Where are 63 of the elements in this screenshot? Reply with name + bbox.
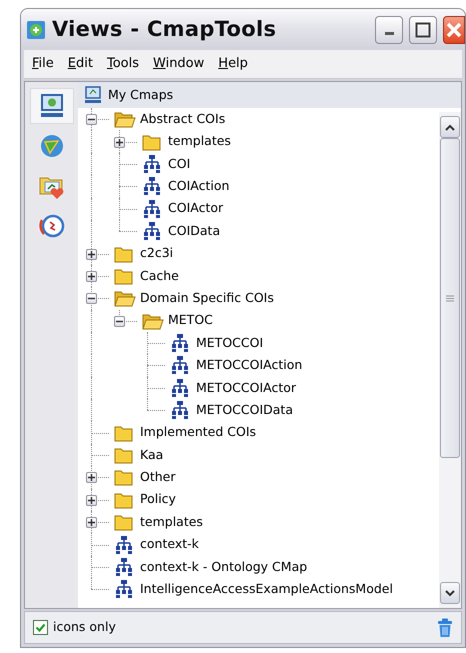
tree-item[interactable]: Other [140, 468, 176, 487]
collapse-toggle[interactable] [114, 316, 125, 327]
tree-item[interactable]: Kaa [140, 446, 164, 464]
tree-item[interactable]: templates [140, 512, 203, 532]
expand-toggle[interactable] [86, 517, 97, 528]
scrollbar-thumb[interactable] [440, 138, 460, 458]
plus-icon [88, 519, 95, 526]
tree-item[interactable]: Cache [140, 266, 179, 286]
expand-toggle[interactable] [86, 270, 97, 282]
tree-item[interactable]: IntelligenceAccessExampleActionsModel [140, 580, 393, 599]
collapse-toggle[interactable] [86, 114, 97, 126]
menu-item[interactable]: Edit [62, 54, 98, 74]
minimize-icon [384, 32, 394, 35]
tree-item[interactable]: METOCCOI [196, 334, 264, 352]
menu-item[interactable]: Tools [102, 54, 144, 74]
maximize-button[interactable] [409, 16, 437, 44]
sidebar-tab[interactable] [30, 88, 74, 124]
plus-icon [116, 138, 123, 146]
tree-item[interactable]: METOCCOIAction [196, 356, 302, 375]
grip-icon [446, 294, 454, 302]
expand-toggle[interactable] [114, 136, 125, 148]
chevron-up-icon [445, 124, 455, 130]
tree-item[interactable]: METOCCOIActor [196, 378, 296, 398]
tree-header: My Cmaps [108, 86, 174, 104]
scroll-up-button[interactable] [440, 116, 460, 138]
tree-item[interactable]: Abstract COIs [140, 110, 226, 129]
checkmark-icon [35, 622, 46, 633]
tree-item[interactable]: METOCCOIData [196, 400, 293, 420]
tree-item[interactable]: Policy [140, 490, 176, 510]
plus-icon [88, 474, 95, 482]
plus-icon [88, 272, 95, 280]
tree-item[interactable]: METOC [168, 311, 213, 330]
tree-item[interactable]: c2c3i [140, 244, 174, 263]
chevron-down-icon [445, 590, 455, 596]
window-title: Views - CmapTools [52, 16, 276, 43]
plus-icon [88, 496, 95, 504]
close-button[interactable] [443, 16, 465, 44]
checkbox-label: icons only [53, 618, 116, 636]
menu-item[interactable]: Help [213, 54, 253, 74]
checkbox[interactable] [33, 620, 48, 635]
tree-item[interactable]: COIAction [168, 176, 230, 196]
tree-item[interactable]: COIData [168, 222, 220, 241]
scroll-down-button[interactable] [440, 582, 460, 604]
tree-item[interactable]: templates [168, 132, 231, 151]
tree-item[interactable]: COIActor [168, 199, 224, 218]
expand-toggle[interactable] [86, 472, 97, 484]
collapse-toggle[interactable] [86, 293, 97, 304]
monitor-icon [84, 86, 102, 104]
app-icon [26, 20, 46, 40]
expand-toggle[interactable] [86, 494, 97, 506]
tree-item[interactable]: context-k - Ontology CMap [140, 558, 308, 576]
close-icon [445, 20, 463, 38]
plus-icon [88, 250, 95, 258]
tree-item[interactable]: Domain Specific COIs [140, 288, 274, 308]
tree-item[interactable]: context-k [140, 535, 199, 554]
expand-toggle[interactable] [86, 248, 97, 260]
tree-item[interactable]: COI [168, 154, 190, 174]
maximize-icon [415, 22, 431, 38]
minimize-button[interactable] [375, 16, 403, 44]
tree-item[interactable]: Implemented COIs [140, 423, 256, 442]
menu-item[interactable]: Window [148, 54, 210, 74]
menu-item[interactable]: File [27, 54, 59, 74]
trash-icon[interactable] [437, 618, 453, 638]
